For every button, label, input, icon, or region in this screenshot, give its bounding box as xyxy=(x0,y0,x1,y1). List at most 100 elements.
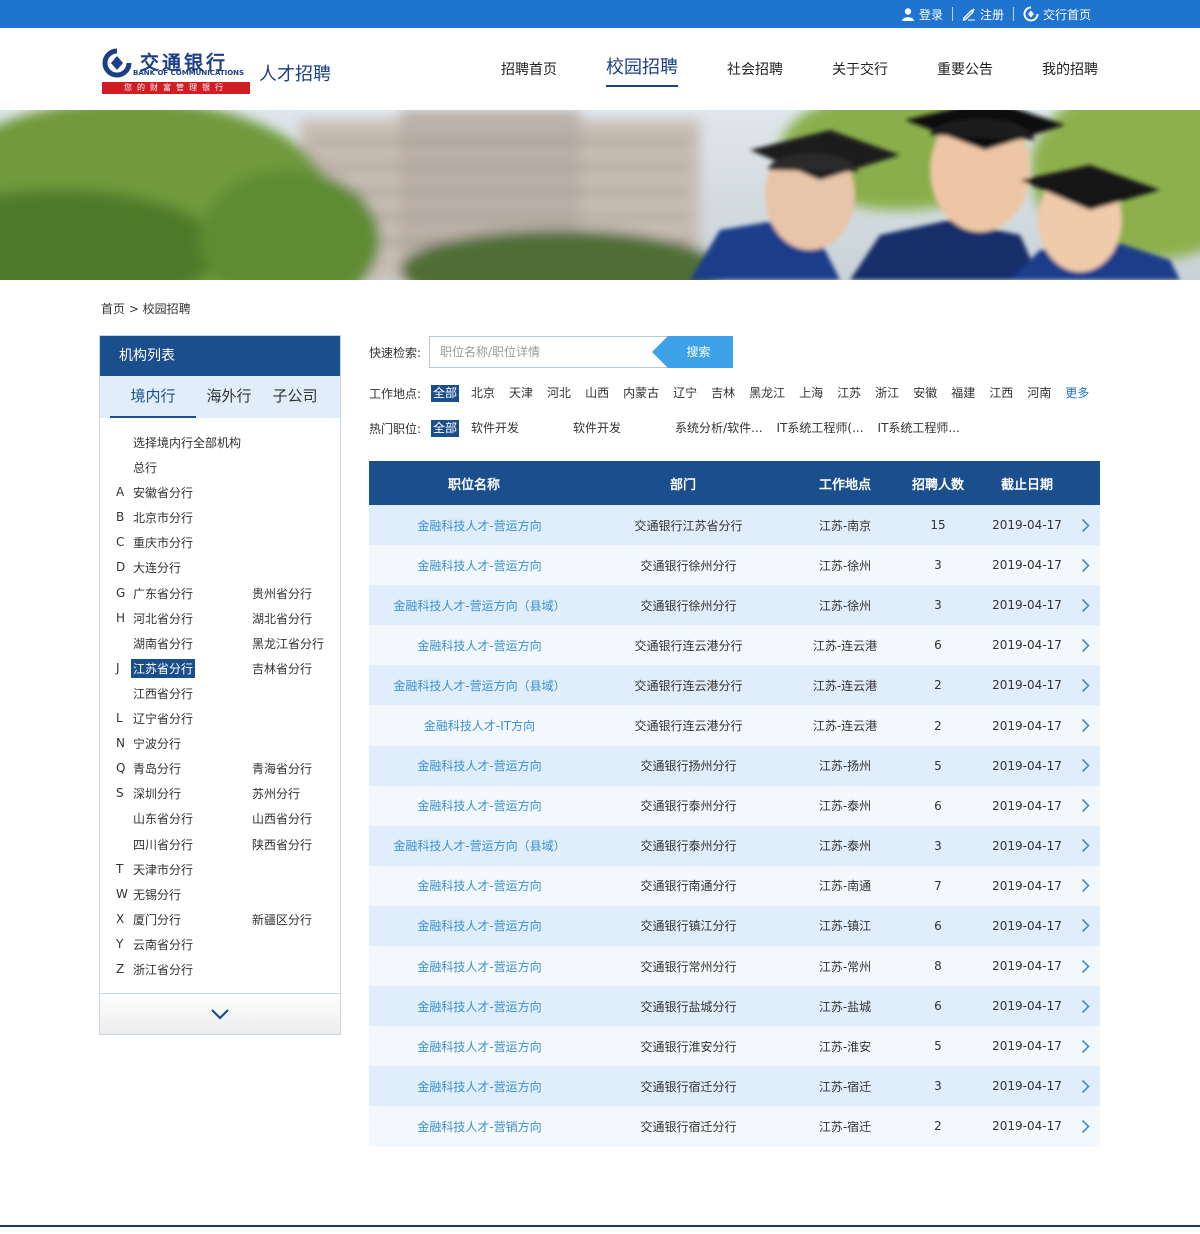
location-option[interactable]: 全部 xyxy=(431,384,460,402)
job-option[interactable]: 系统分析/软件... xyxy=(673,420,765,437)
row-detail-button[interactable] xyxy=(1081,1119,1100,1134)
org-item[interactable]: 云南省分行 xyxy=(131,935,195,954)
job-title-link[interactable]: 金融科技人才-IT方向 xyxy=(369,717,590,734)
nav-campus-recruit[interactable]: 校园招聘 xyxy=(606,28,678,110)
table-row[interactable]: 金融科技人才-营销方向 交通银行宿迁分行 江苏-宿迁 2 2019-04-17 xyxy=(369,1106,1100,1147)
table-row[interactable]: 金融科技人才-营运方向 交通银行徐州分行 江苏-徐州 3 2019-04-17 xyxy=(369,545,1100,586)
org-item[interactable]: 深圳分行 xyxy=(131,784,183,803)
org-item[interactable]: 辽宁省分行 xyxy=(131,709,195,728)
row-detail-button[interactable] xyxy=(1081,959,1100,974)
job-title-link[interactable]: 金融科技人才-营运方向（县域） xyxy=(369,677,590,694)
nav-recruit-home[interactable]: 招聘首页 xyxy=(501,28,557,110)
table-row[interactable]: 金融科技人才-营运方向 交通银行宿迁分行 江苏-宿迁 3 2019-04-17 xyxy=(369,1066,1100,1107)
job-title-link[interactable]: 金融科技人才-营运方向 xyxy=(369,1078,590,1095)
table-row[interactable]: 金融科技人才-营运方向 交通银行扬州分行 江苏-扬州 5 2019-04-17 xyxy=(369,745,1100,786)
table-row[interactable]: 金融科技人才-营运方向 交通银行常州分行 江苏-常州 8 2019-04-17 xyxy=(369,946,1100,987)
org-item[interactable]: 山西省分行 xyxy=(251,809,313,828)
table-row[interactable]: 金融科技人才-IT方向 交通银行连云港分行 江苏-连云港 2 2019-04-17 xyxy=(369,705,1100,746)
nav-about[interactable]: 关于交行 xyxy=(832,28,888,110)
row-detail-button[interactable] xyxy=(1081,678,1100,693)
org-item[interactable]: 贵州省分行 xyxy=(251,584,313,603)
location-option[interactable]: 安徽 xyxy=(911,385,939,402)
org-item[interactable]: 广东省分行 xyxy=(131,584,195,603)
job-title-link[interactable]: 金融科技人才-营运方向（县域） xyxy=(369,837,590,854)
location-option[interactable]: 江西 xyxy=(987,385,1015,402)
org-item[interactable]: 江西省分行 xyxy=(131,684,195,703)
search-input[interactable] xyxy=(430,337,658,367)
row-detail-button[interactable] xyxy=(1081,758,1100,773)
row-detail-button[interactable] xyxy=(1081,1039,1100,1054)
org-item[interactable]: 山东省分行 xyxy=(131,809,195,828)
breadcrumb[interactable]: 首页 > 校园招聘 xyxy=(101,300,191,317)
row-detail-button[interactable] xyxy=(1081,1079,1100,1094)
table-row[interactable]: 金融科技人才-营运方向（县域） 交通银行徐州分行 江苏-徐州 3 2019-04-17 xyxy=(369,585,1100,626)
location-option[interactable]: 河南 xyxy=(1025,385,1053,402)
location-option[interactable]: 江苏 xyxy=(835,385,863,402)
search-button[interactable]: 搜索 xyxy=(652,336,733,368)
org-item[interactable]: 无锡分行 xyxy=(131,885,183,904)
location-option[interactable]: 福建 xyxy=(949,385,977,402)
location-option[interactable]: 山西 xyxy=(583,385,611,402)
job-title-link[interactable]: 金融科技人才-营运方向 xyxy=(369,637,590,654)
org-item[interactable]: 江苏省分行 xyxy=(131,658,196,678)
row-detail-button[interactable] xyxy=(1081,718,1100,733)
org-item[interactable]: 大连分行 xyxy=(131,558,183,577)
table-row[interactable]: 金融科技人才-营运方向 交通银行南通分行 江苏-南通 7 2019-04-17 xyxy=(369,865,1100,906)
row-detail-button[interactable] xyxy=(1081,638,1100,653)
org-item[interactable]: 选择境内行全部机构 xyxy=(131,433,243,452)
org-item[interactable]: 湖北省分行 xyxy=(251,609,313,628)
org-item[interactable]: 苏州分行 xyxy=(251,784,301,803)
location-option[interactable]: 浙江 xyxy=(873,385,901,402)
tab-domestic[interactable]: 境内行 xyxy=(110,376,196,418)
org-item[interactable]: 黑龙江省分行 xyxy=(251,634,325,653)
job-title-link[interactable]: 金融科技人才-营运方向 xyxy=(369,757,590,774)
login-link[interactable]: 登录 xyxy=(892,6,952,23)
expand-button[interactable] xyxy=(100,993,340,1034)
org-item[interactable]: 重庆市分行 xyxy=(131,533,195,552)
org-item[interactable]: 陕西省分行 xyxy=(251,835,313,854)
location-option[interactable]: 内蒙古 xyxy=(621,385,661,402)
row-detail-button[interactable] xyxy=(1081,999,1100,1014)
row-detail-button[interactable] xyxy=(1081,878,1100,893)
job-option[interactable]: 全部 xyxy=(431,419,460,437)
table-row[interactable]: 金融科技人才-营运方向 交通银行镇江分行 江苏-镇江 6 2019-04-17 xyxy=(369,905,1100,947)
job-option[interactable]: 软件开发 xyxy=(469,420,521,437)
table-row[interactable]: 金融科技人才-营运方向（县域） 交通银行连云港分行 江苏-连云港 2 2019-04-1… xyxy=(369,665,1100,706)
row-detail-button[interactable] xyxy=(1081,918,1100,933)
org-item[interactable]: 北京市分行 xyxy=(131,508,195,527)
job-title-link[interactable]: 金融科技人才-营销方向 xyxy=(369,1118,590,1135)
row-detail-button[interactable] xyxy=(1081,558,1100,573)
org-item[interactable]: 天津市分行 xyxy=(131,860,195,879)
org-item[interactable]: 新疆区分行 xyxy=(251,910,313,929)
location-option[interactable]: 辽宁 xyxy=(671,385,699,402)
job-option[interactable]: 软件开发 xyxy=(571,420,623,437)
org-item[interactable]: 河北省分行 xyxy=(131,609,195,628)
job-title-link[interactable]: 金融科技人才-营运方向 xyxy=(369,998,590,1015)
job-option[interactable]: IT系统工程师(... xyxy=(775,420,866,437)
location-option[interactable]: 上海 xyxy=(797,385,825,402)
org-item[interactable]: 宁波分行 xyxy=(131,734,183,753)
job-title-link[interactable]: 金融科技人才-营运方向 xyxy=(369,557,590,574)
job-title-link[interactable]: 金融科技人才-营运方向 xyxy=(369,917,590,934)
job-title-link[interactable]: 金融科技人才-营运方向 xyxy=(369,1038,590,1055)
org-item[interactable]: 安徽省分行 xyxy=(131,483,195,502)
job-title-link[interactable]: 金融科技人才-营运方向 xyxy=(369,797,590,814)
tab-overseas[interactable]: 海外行 xyxy=(196,376,262,418)
org-item[interactable]: 厦门分行 xyxy=(131,910,183,929)
job-title-link[interactable]: 金融科技人才-营运方向 xyxy=(369,958,590,975)
table-row[interactable]: 金融科技人才-营运方向 交通银行江苏省分行 江苏-南京 15 2019-04-17 xyxy=(369,505,1100,546)
location-option[interactable]: 北京 xyxy=(469,385,497,402)
table-row[interactable]: 金融科技人才-营运方向 交通银行淮安分行 江苏-淮安 5 2019-04-17 xyxy=(369,1026,1100,1067)
location-option[interactable]: 黑龙江 xyxy=(747,385,787,402)
row-detail-button[interactable] xyxy=(1081,798,1100,813)
org-item[interactable]: 总行 xyxy=(131,458,159,477)
nav-my-recruit[interactable]: 我的招聘 xyxy=(1042,28,1098,110)
job-title-link[interactable]: 金融科技人才-营运方向 xyxy=(369,877,590,894)
row-detail-button[interactable] xyxy=(1081,518,1100,533)
org-item[interactable]: 青海省分行 xyxy=(251,759,313,778)
org-item[interactable]: 四川省分行 xyxy=(131,835,195,854)
bank-home-link[interactable]: 交行首页 xyxy=(1014,6,1100,23)
row-detail-button[interactable] xyxy=(1081,598,1100,613)
org-item[interactable]: 青岛分行 xyxy=(131,759,183,778)
tab-subsidiaries[interactable]: 子公司 xyxy=(262,376,328,418)
